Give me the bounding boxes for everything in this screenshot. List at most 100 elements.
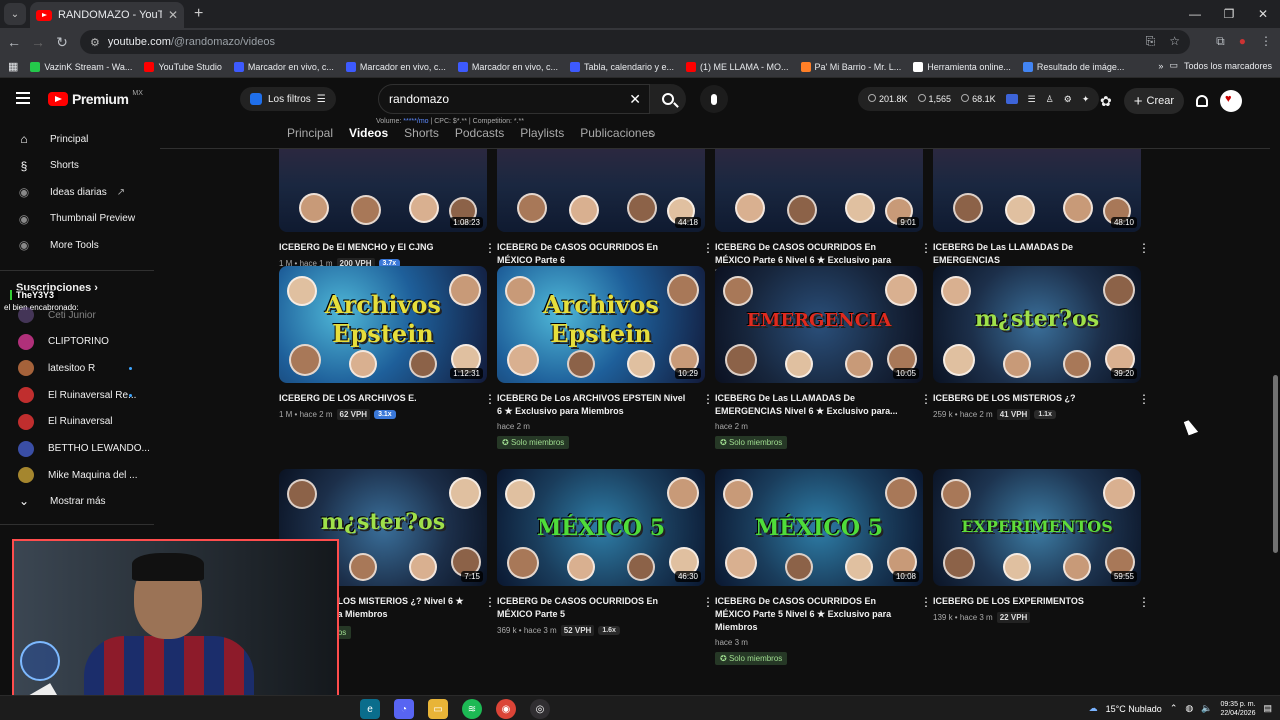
weather-text[interactable]: 15°C Nublado xyxy=(1106,704,1162,714)
bookmark-item[interactable]: Tabla, calendario y e... xyxy=(569,61,674,72)
tray-chevron-icon[interactable]: ⌃ xyxy=(1170,703,1178,714)
bookmark-item[interactable]: Marcador en vivo, c... xyxy=(233,61,334,72)
video-thumbnail[interactable]: Archivos Epstein 10:29 xyxy=(497,266,705,383)
settings-icon[interactable]: ⚙ xyxy=(1064,94,1072,105)
edge-icon[interactable]: e xyxy=(360,699,380,719)
network-icon[interactable]: ◍ xyxy=(1185,703,1193,714)
video-thumbnail[interactable]: 44:18 xyxy=(497,149,705,232)
bookmark-item[interactable]: Resultado de imáge... xyxy=(1022,61,1124,72)
video-thumbnail[interactable]: m¿ster?os 39:20 xyxy=(933,266,1141,383)
bookmark-item[interactable]: YouTube Studio xyxy=(144,61,222,72)
video-more-icon[interactable]: ⋮ xyxy=(484,241,496,255)
video-more-icon[interactable]: ⋮ xyxy=(702,392,714,406)
video-card[interactable]: EXPERIMENTOS 59:55 ICEBERG DE LOS EXPERIME… xyxy=(933,469,1150,623)
video-more-icon[interactable]: ⋮ xyxy=(1138,392,1150,406)
discord-icon[interactable]: ◔ xyxy=(394,699,414,719)
site-info-icon[interactable]: ⚙ xyxy=(90,36,100,49)
video-thumbnail[interactable]: 48:10 xyxy=(933,149,1141,232)
page-scrollbar[interactable] xyxy=(1271,120,1280,695)
video-card[interactable]: MÉXICO 5 46:30 ICEBERG De CASOS OCURRIDOS … xyxy=(497,469,714,636)
tab-shorts[interactable]: Shorts xyxy=(404,126,439,140)
obs-icon[interactable]: ◎ xyxy=(530,699,550,719)
robot-icon[interactable]: ♙ xyxy=(1046,94,1054,105)
video-title[interactable]: ICEBERG DE LOS ARCHIVOS E. xyxy=(279,392,469,405)
video-thumbnail[interactable]: EMERGENCIA 10:05 xyxy=(715,266,923,383)
video-title[interactable]: ICEBERG De Las LLAMADAS De EMERGENCIAS N… xyxy=(715,392,905,418)
channel-search-icon[interactable]: ○ xyxy=(648,126,656,141)
bookmark-star-icon[interactable]: ☆ xyxy=(1169,34,1180,49)
video-card[interactable]: 1:08:23 ICEBERG De El MENCHO y El CJNG ⋮ 1 … xyxy=(279,149,496,269)
apps-grid-icon[interactable]: ▦ xyxy=(8,60,18,73)
video-more-icon[interactable]: ⋮ xyxy=(484,595,496,609)
chrome-icon[interactable]: ◉ xyxy=(496,699,516,719)
extensions-icon[interactable]: ⧉ xyxy=(1216,34,1225,49)
extension-puzzle-icon[interactable]: ✿ xyxy=(1100,93,1112,110)
tab-podcasts[interactable]: Podcasts xyxy=(455,126,504,140)
video-more-icon[interactable]: ⋮ xyxy=(702,595,714,609)
video-title[interactable]: ICEBERG DE LOS EXPERIMENTOS xyxy=(933,595,1123,608)
bookmark-item[interactable]: (1) ME LLAMA - MO... xyxy=(686,61,789,72)
file-explorer-icon[interactable]: ▭ xyxy=(428,699,448,719)
clock[interactable]: 09:35 p. m. 22/04/2026 xyxy=(1220,700,1255,718)
video-card[interactable]: Archivos Epstein 10:29 ICEBERG De Los ARCH… xyxy=(497,266,714,449)
bookmark-item[interactable]: Pa' Mi Barrio - Mr. L... xyxy=(800,61,901,72)
extension-icon[interactable] xyxy=(1005,94,1018,104)
video-more-icon[interactable]: ⋮ xyxy=(920,595,932,609)
create-button[interactable]: + Crear xyxy=(1123,88,1185,114)
video-card[interactable]: Archivos Epstein 1:12:31 ICEBERG DE LOS AR… xyxy=(279,266,496,420)
video-thumbnail[interactable]: 9:01 xyxy=(715,149,923,232)
bookmark-item[interactable]: Marcador en vivo, c... xyxy=(457,61,558,72)
account-avatar[interactable] xyxy=(1220,90,1243,112)
scrollbar-thumb[interactable] xyxy=(1273,375,1278,553)
bookmark-item[interactable]: Herramienta online... xyxy=(913,61,1011,72)
tab-playlists[interactable]: Playlists xyxy=(520,126,564,140)
browser-menu-icon[interactable]: ⋮ xyxy=(1260,34,1272,49)
video-more-icon[interactable]: ⋮ xyxy=(702,241,714,255)
video-title[interactable]: ICEBERG De Las LLAMADAS De EMERGENCIAS xyxy=(933,241,1123,267)
url-omnibox[interactable]: ⚙ youtube.com/@randomazo/videos ⎘ ☆ xyxy=(80,30,1190,54)
video-card[interactable]: m¿ster?os 39:20 ICEBERG DE LOS MISTERIOS ¿… xyxy=(933,266,1150,420)
video-title[interactable]: ICEBERG De CASOS OCURRIDOS En MÉXICO Par… xyxy=(715,595,905,634)
video-title[interactable]: ICEBERG De CASOS OCURRIDOS En MÉXICO Par… xyxy=(497,595,687,621)
tab-videos[interactable]: Videos xyxy=(349,126,388,140)
close-window-button[interactable]: ✕ xyxy=(1246,0,1280,28)
spotify-icon[interactable]: ≋ xyxy=(462,699,482,719)
tab-publicaciones[interactable]: Publicaciones xyxy=(580,126,654,140)
video-more-icon[interactable]: ⋮ xyxy=(1138,595,1150,609)
back-button[interactable]: ← xyxy=(2,34,26,50)
reload-button[interactable]: ↻ xyxy=(50,34,74,51)
video-card[interactable]: 44:18 ICEBERG De CASOS OCURRIDOS En MÉXIC… xyxy=(497,149,714,282)
bookmark-item[interactable]: Marcador en vivo, c... xyxy=(345,61,446,72)
tab-principal[interactable]: Principal xyxy=(287,126,333,140)
video-more-icon[interactable]: ⋮ xyxy=(1138,241,1150,255)
filters-button[interactable]: Los filtros ☰ xyxy=(240,87,336,111)
video-title[interactable]: ICEBERG DE LOS MISTERIOS ¿? xyxy=(933,392,1123,405)
channel-stats-pill[interactable]: 201.8K 1,565 68.1K ☰ ♙ ⚙ ✦ xyxy=(858,87,1100,111)
search-input[interactable]: randomazo ✕ xyxy=(378,84,650,114)
tab-search-icon[interactable]: ⌄ xyxy=(4,3,26,25)
video-card[interactable]: EMERGENCIA 10:05 ICEBERG De Las LLAMADAS D… xyxy=(715,266,932,449)
bookmark-item[interactable]: VazinK Stream - Wa... xyxy=(30,61,132,72)
video-title[interactable]: ICEBERG De Los ARCHIVOS EPSTEIN Nivel 6 … xyxy=(497,392,687,418)
new-tab-button[interactable]: + xyxy=(194,5,203,23)
all-bookmarks-link[interactable]: Todos los marcadores xyxy=(1184,61,1272,71)
install-app-icon[interactable]: ⎘ xyxy=(1146,34,1156,49)
video-more-icon[interactable]: ⋮ xyxy=(484,392,496,406)
video-thumbnail[interactable]: MÉXICO 5 10:08 xyxy=(715,469,923,586)
video-thumbnail[interactable]: MÉXICO 5 46:30 xyxy=(497,469,705,586)
voice-search-button[interactable] xyxy=(700,85,728,113)
video-title[interactable]: ICEBERG De CASOS OCURRIDOS En MÉXICO Par… xyxy=(497,241,687,267)
youtube-premium-logo[interactable]: Premium MX xyxy=(48,90,143,107)
video-thumbnail[interactable]: Archivos Epstein 1:12:31 xyxy=(279,266,487,383)
restore-button[interactable]: ❐ xyxy=(1212,0,1246,28)
video-title[interactable]: ICEBERG De El MENCHO y El CJNG xyxy=(279,241,469,254)
list-icon[interactable]: ☰ xyxy=(1028,94,1036,105)
notifications-bell-icon[interactable] xyxy=(1196,95,1209,107)
profile-icon[interactable]: ● xyxy=(1239,34,1246,49)
clear-search-icon[interactable]: ✕ xyxy=(629,91,641,108)
forward-button[interactable]: → xyxy=(26,34,50,50)
volume-icon[interactable]: 🔈 xyxy=(1201,703,1212,714)
video-card[interactable]: 48:10 ICEBERG De Las LLAMADAS De EMERGENC… xyxy=(933,149,1150,282)
menu-hamburger-icon[interactable] xyxy=(16,92,30,104)
browser-tab-youtube[interactable]: RANDOMAZO - YouTube ✕ xyxy=(30,2,184,28)
